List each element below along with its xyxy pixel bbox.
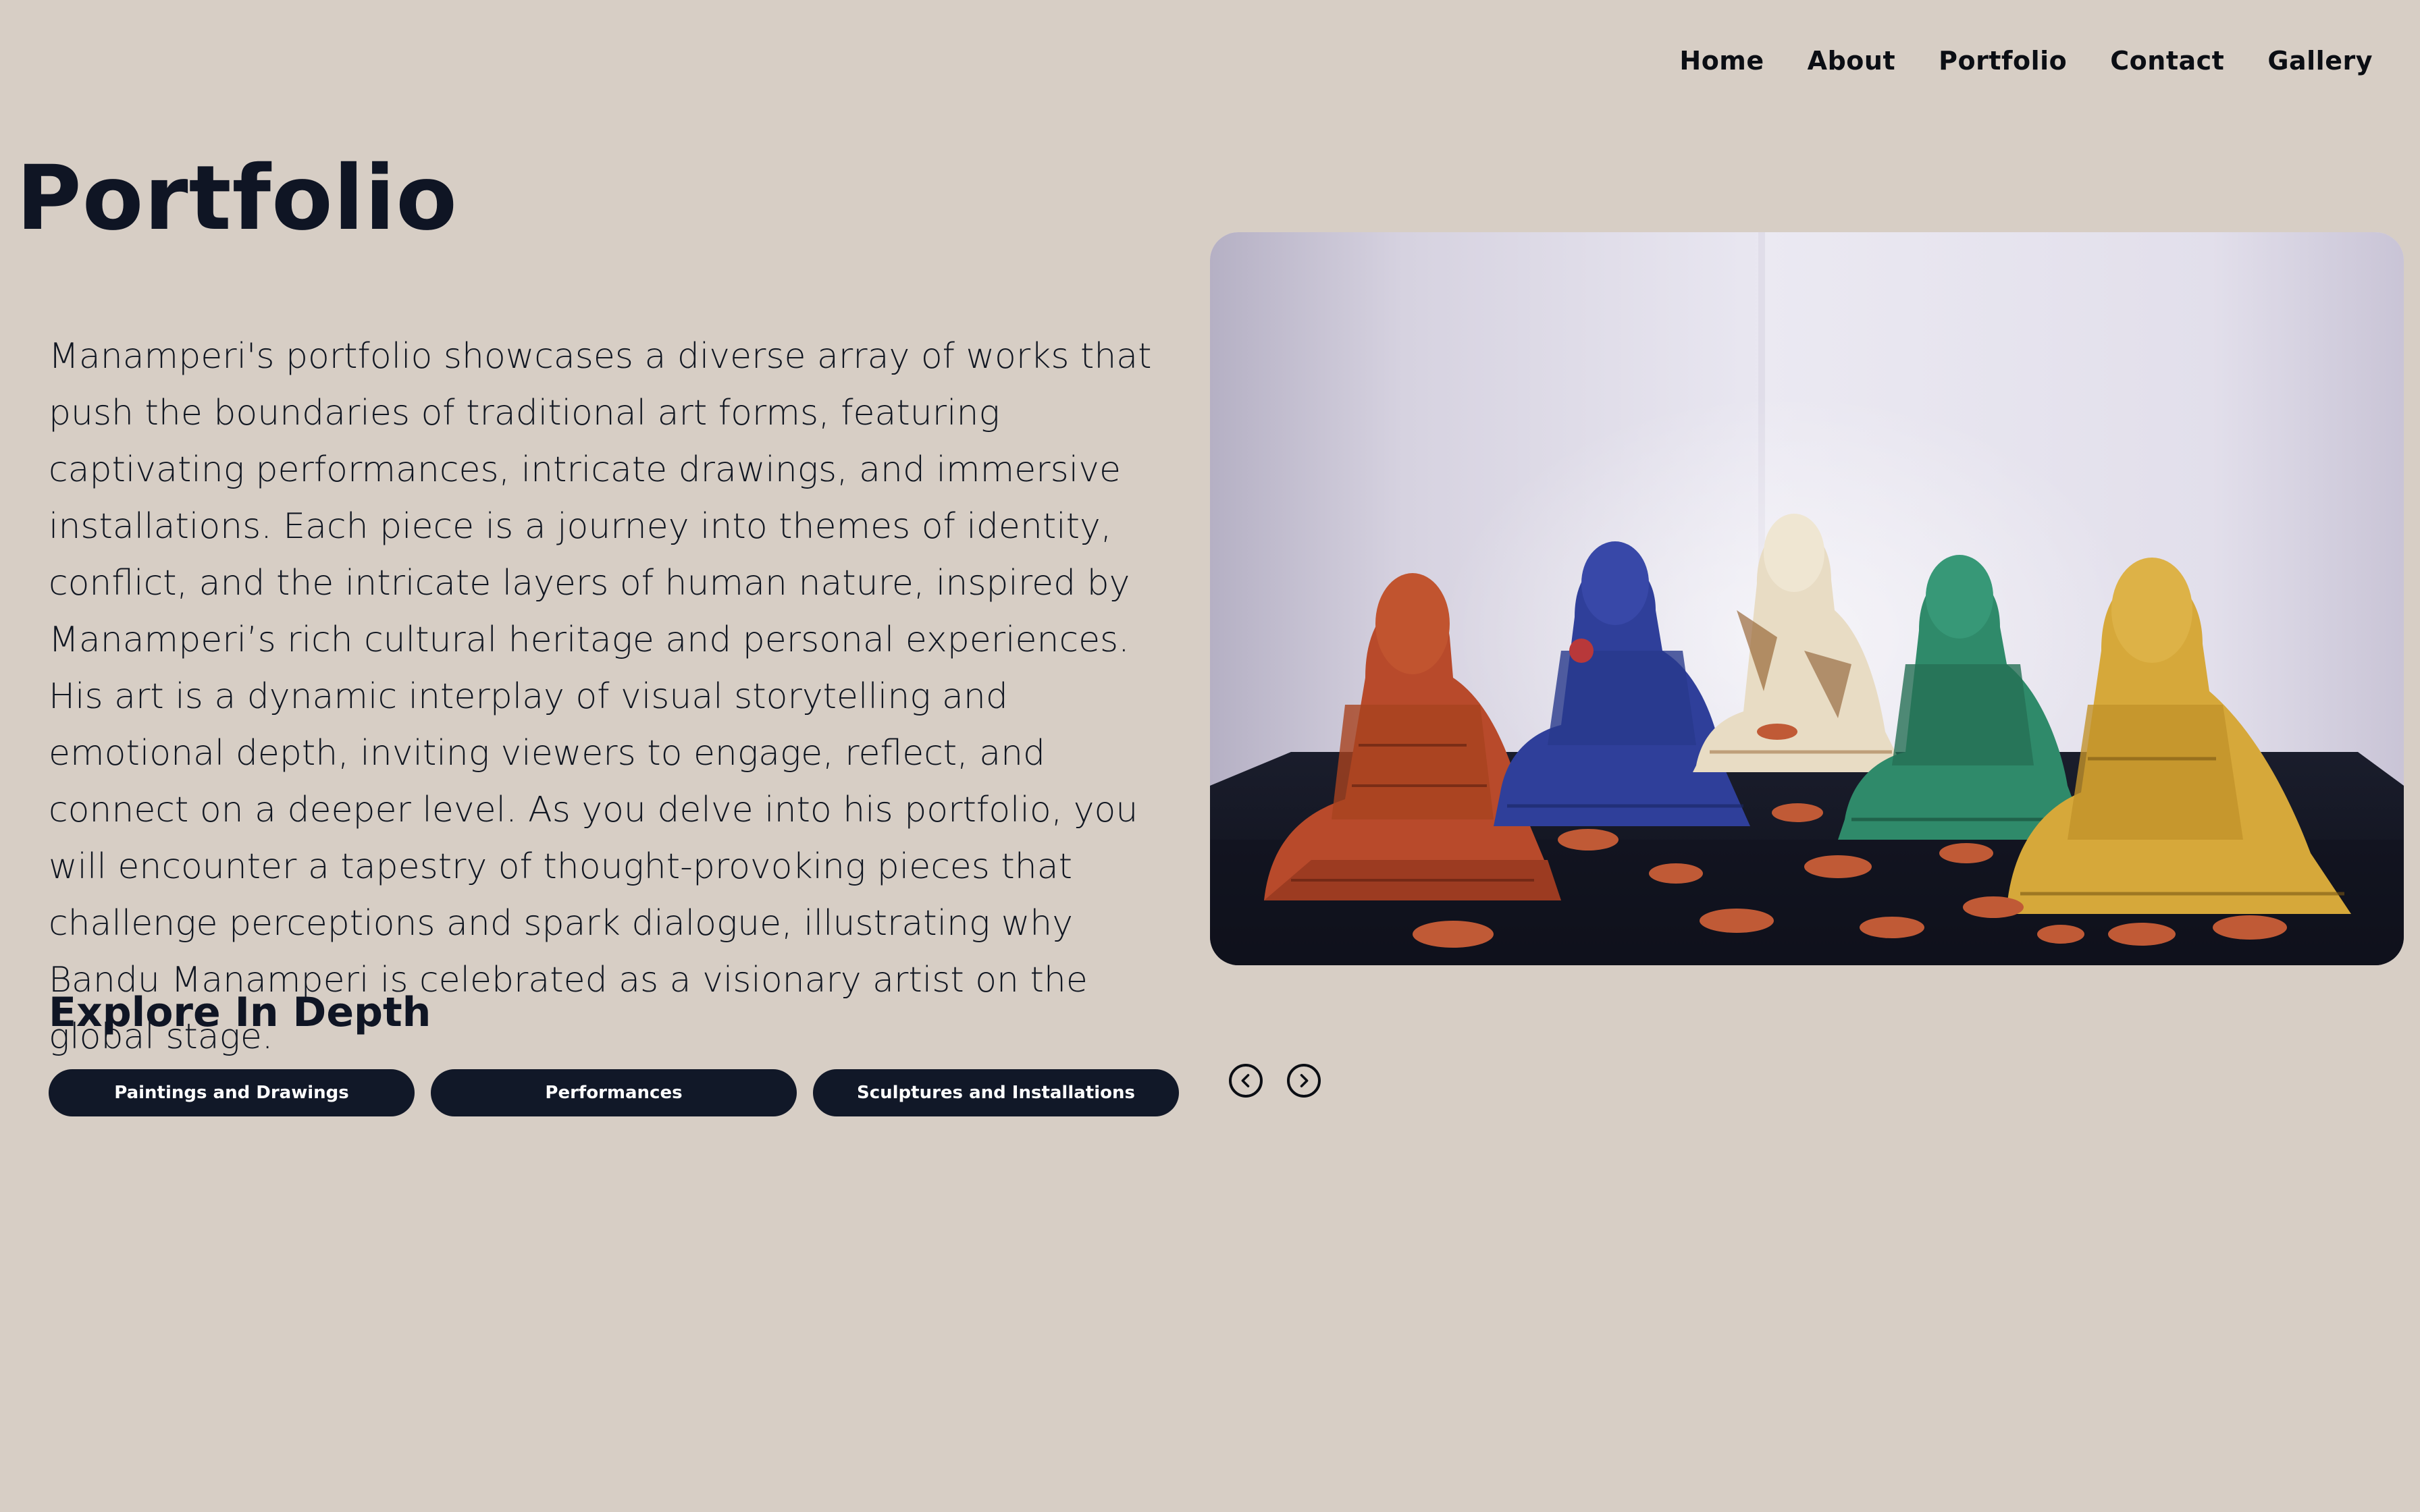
chevron-left-icon bbox=[1241, 1074, 1250, 1087]
nav-about-link[interactable]: About bbox=[1808, 46, 1895, 76]
sculptures-photo bbox=[1210, 232, 2404, 965]
sculptures-installations-button[interactable]: Sculptures and Installations bbox=[813, 1069, 1179, 1116]
nav-home-link[interactable]: Home bbox=[1679, 46, 1764, 76]
main-nav: Home About Portfolio Contact Gallery bbox=[1679, 46, 2373, 76]
nav-gallery-link[interactable]: Gallery bbox=[2267, 46, 2373, 76]
paintings-drawings-button[interactable]: Paintings and Drawings bbox=[49, 1069, 415, 1116]
carousel-controls bbox=[1229, 1064, 1321, 1098]
nav-contact-link[interactable]: Contact bbox=[2110, 46, 2224, 76]
explore-heading: Explore In Depth bbox=[49, 989, 431, 1036]
portfolio-description: Manamperi's portfolio showcases a divers… bbox=[49, 336, 1152, 1057]
nav-portfolio-link[interactable]: Portfolio bbox=[1939, 46, 2067, 76]
chevron-right-icon bbox=[1300, 1074, 1309, 1087]
portfolio-carousel-image bbox=[1210, 232, 2404, 965]
performances-button[interactable]: Performances bbox=[431, 1069, 797, 1116]
page-title: Portfolio bbox=[16, 146, 458, 250]
carousel-prev-button[interactable] bbox=[1229, 1064, 1263, 1098]
carousel-next-button[interactable] bbox=[1287, 1064, 1321, 1098]
category-buttons: Paintings and Drawings Performances Scul… bbox=[49, 1069, 1179, 1116]
